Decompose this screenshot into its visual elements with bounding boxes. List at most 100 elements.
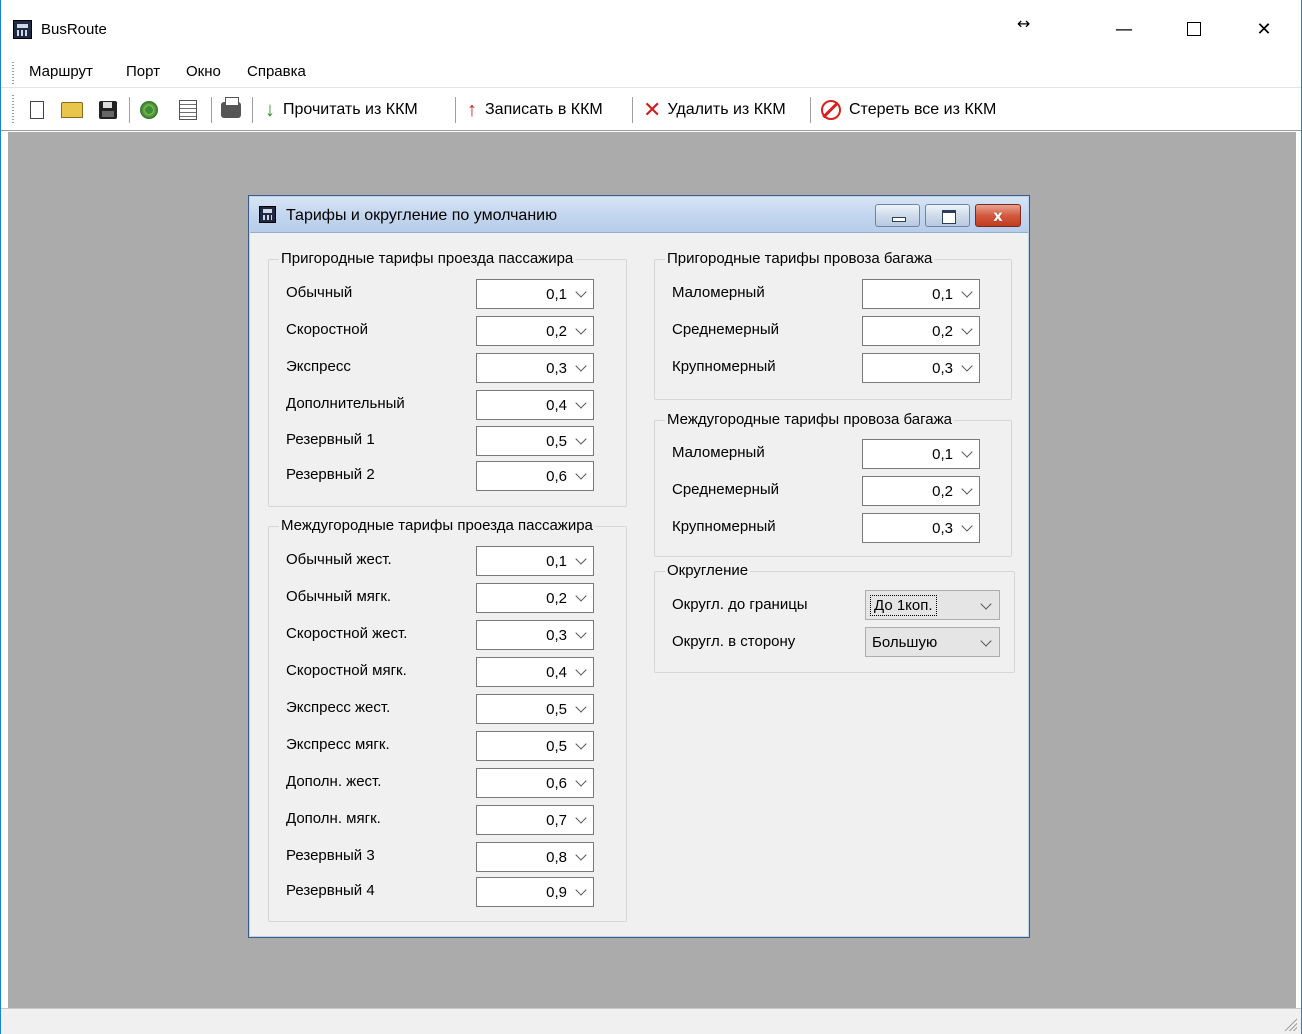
toolbar-separator [632,97,633,123]
menu-window[interactable]: Окно [184,63,223,80]
combo-value: 0,7 [546,812,567,829]
read-from-kkm-button[interactable]: ↓ Прочитать из ККМ [265,99,418,121]
field-label: Резервный 2 [286,466,375,483]
tariff-combo[interactable]: 0,9 [476,877,594,907]
print-button[interactable] [221,97,241,121]
tariff-combo[interactable]: 0,2 [476,316,594,346]
menu-route[interactable]: Маршрут [27,63,95,80]
rounding-boundary-select[interactable]: До 1коп. [865,590,1000,620]
tariff-combo[interactable]: 0,6 [476,768,594,798]
properties-button[interactable] [179,99,197,121]
menu-port[interactable]: Порт [124,63,162,80]
new-file-button[interactable] [30,99,44,121]
tariff-combo[interactable]: 0,4 [476,657,594,687]
settings-button[interactable] [140,99,158,121]
chevron-down-icon [960,285,974,299]
dialog-maximize-button[interactable] [925,204,970,227]
chevron-down-icon [574,663,588,677]
chevron-down-icon [574,589,588,603]
field-label: Среднемерный [672,481,780,498]
chevron-down-icon [979,597,993,611]
tariff-combo[interactable]: 0,3 [476,620,594,650]
chevron-down-icon [574,467,588,481]
field-label: Резервный 1 [286,431,375,448]
select-value: Большую [872,634,938,651]
minimize-button[interactable]: — [1101,14,1147,44]
erase-all-kkm-button[interactable]: Стереть все из ККМ [821,99,996,121]
combo-value: 0,1 [932,446,953,463]
baggage-combo[interactable]: 0,3 [862,513,980,543]
chevron-down-icon [979,634,993,648]
field-label: Маломерный [672,444,765,461]
maximize-icon [1187,22,1201,36]
dialog-close-button[interactable]: x [975,204,1021,227]
field-label: Маломерный [672,284,765,301]
erase-all-kkm-label: Стереть все из ККМ [849,101,997,118]
tariff-combo[interactable]: 0,1 [476,279,594,309]
chevron-down-icon [574,737,588,751]
read-from-kkm-label: Прочитать из ККМ [283,101,418,118]
field-label: Скоростной мягк. [286,662,407,679]
menu-grip[interactable] [12,62,14,84]
toolbar-separator [810,97,811,123]
combo-value: 0,9 [546,884,567,901]
baggage-combo[interactable]: 0,2 [862,476,980,506]
new-file-icon [30,101,44,119]
rounding-direction-label: Округл. в сторону [672,633,796,650]
rounding-direction-select[interactable]: Большую [865,627,1000,657]
dialog-title-bar[interactable]: Тарифы и округление по умолчанию x [250,197,1028,233]
close-button[interactable]: ✕ [1241,14,1287,44]
tariff-combo[interactable]: 0,8 [476,842,594,872]
tariff-combo[interactable]: 0,5 [476,426,594,456]
menu-help[interactable]: Справка [245,63,308,80]
field-label: Дополнительный [286,395,405,412]
tariff-combo[interactable]: 0,6 [476,461,594,491]
group-title: Междугородные тарифы провоза багажа [665,411,954,428]
chevron-down-icon [574,848,588,862]
title-bar[interactable]: BusRoute ↔ — ✕ [1,0,1301,58]
delete-from-kkm-button[interactable]: ✕ Удалить из ККМ [643,97,786,122]
open-button[interactable] [61,99,83,121]
close-icon: ✕ [1256,18,1272,40]
tariff-combo[interactable]: 0,4 [476,390,594,420]
chevron-down-icon [960,482,974,496]
chevron-down-icon [574,700,588,714]
chevron-down-icon [960,445,974,459]
maximize-button[interactable] [1171,14,1217,44]
field-label: Обычный мягк. [286,588,392,605]
tariff-combo[interactable]: 0,3 [476,353,594,383]
dialog-minimize-button[interactable] [875,204,920,227]
combo-value: 0,2 [932,323,953,340]
combo-value: 0,2 [932,483,953,500]
toolbar-separator [211,97,212,123]
toolbar-separator [129,97,130,123]
combo-value: 0,5 [546,433,567,450]
baggage-combo[interactable]: 0,3 [862,353,980,383]
baggage-combo[interactable]: 0,1 [862,279,980,309]
write-to-kkm-button[interactable]: ↑ Записать в ККМ [467,99,603,121]
chevron-down-icon [574,774,588,788]
baggage-combo[interactable]: 0,1 [862,439,980,469]
combo-value: 0,5 [546,738,567,755]
tariff-combo[interactable]: 0,5 [476,731,594,761]
combo-value: 0,8 [546,849,567,866]
tariff-combo[interactable]: 0,7 [476,805,594,835]
baggage-combo[interactable]: 0,2 [862,316,980,346]
tariff-combo[interactable]: 0,2 [476,583,594,613]
size-grip-icon[interactable] [1283,1017,1297,1031]
tariffs-dialog: Тарифы и округление по умолчанию x Приго… [248,195,1030,938]
combo-value: 0,3 [546,627,567,644]
chevron-down-icon [960,359,974,373]
write-to-kkm-label: Записать в ККМ [485,101,603,118]
combo-value: 0,2 [546,590,567,607]
save-button[interactable] [99,99,117,121]
tariff-combo[interactable]: 0,1 [476,546,594,576]
dialog-icon [259,206,276,223]
combo-value: 0,6 [546,775,567,792]
toolbar-grip[interactable] [12,95,14,125]
tariff-combo[interactable]: 0,5 [476,694,594,724]
dialog-title: Тарифы и округление по умолчанию [286,207,558,224]
toolbar: ↓ Прочитать из ККМ ↑ Записать в ККМ ✕ Уд… [1,89,1301,131]
settings-icon [140,101,158,119]
field-label: Обычный жест. [286,551,392,568]
